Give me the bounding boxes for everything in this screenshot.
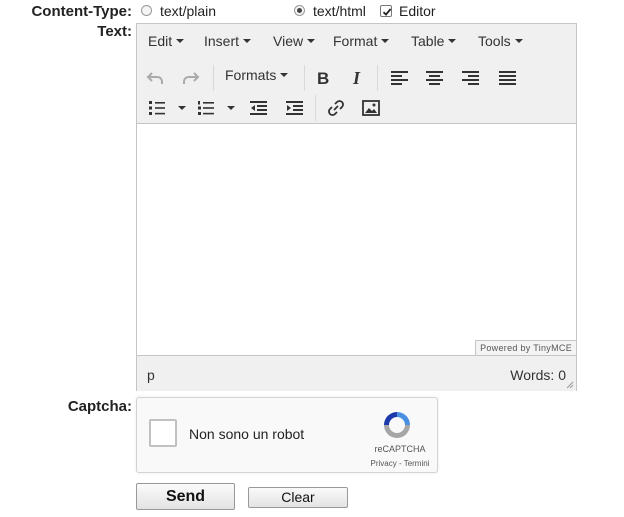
checkmark-icon — [382, 8, 392, 16]
outdent-icon[interactable] — [248, 97, 270, 119]
menu-insert[interactable]: Insert — [204, 33, 252, 49]
svg-text:I: I — [352, 68, 361, 88]
menu-table[interactable]: Table — [411, 33, 457, 49]
toolbar-separator — [315, 95, 316, 121]
editor-toolbar: Formats B I — [137, 58, 576, 124]
redo-icon[interactable] — [179, 67, 201, 89]
svg-text:B: B — [317, 69, 329, 88]
editor-statusbar: p Words: 0 — [137, 355, 576, 391]
content-type-label: Content-Type: — [31, 3, 132, 20]
recaptcha-widget: Non sono un robot reCAPTCHA Privacy - Te… — [136, 397, 438, 473]
editor-checkbox-label[interactable]: Editor — [399, 3, 436, 19]
recaptcha-logo-icon — [384, 412, 410, 438]
menu-tools-label: Tools — [478, 33, 511, 49]
editor-content-area[interactable] — [137, 124, 576, 354]
text-label: Text: — [97, 23, 132, 40]
italic-icon[interactable]: I — [347, 67, 369, 89]
chevron-down-icon[interactable] — [227, 106, 235, 110]
numbered-list-icon[interactable] — [196, 97, 218, 119]
align-center-icon[interactable] — [424, 67, 446, 89]
text-plain-option-label[interactable]: text/plain — [160, 3, 216, 19]
recaptcha-checkbox-label: Non sono un robot — [189, 426, 305, 442]
menu-insert-label: Insert — [204, 33, 240, 49]
menu-tools[interactable]: Tools — [478, 33, 523, 49]
menu-table-label: Table — [411, 33, 445, 49]
align-justify-icon[interactable] — [497, 67, 519, 89]
recaptcha-brand: reCAPTCHA — [374, 444, 426, 454]
chevron-down-icon — [243, 39, 252, 44]
word-count: Words: 0 — [510, 367, 566, 383]
menu-format-label: Format — [333, 33, 378, 49]
undo-icon[interactable] — [145, 67, 167, 89]
rich-text-editor: Edit Insert View Format Table Tools Form… — [136, 23, 577, 391]
chevron-down-icon — [176, 39, 185, 44]
menu-format[interactable]: Format — [333, 33, 390, 49]
chevron-down-icon — [280, 73, 289, 78]
toolbar-separator — [304, 65, 305, 91]
link-icon[interactable] — [325, 97, 347, 119]
formats-label: Formats — [225, 67, 277, 83]
editor-checkbox[interactable] — [380, 5, 392, 17]
send-button[interactable]: Send — [136, 483, 235, 510]
menu-edit-label: Edit — [148, 33, 173, 49]
powered-by-tinymce[interactable]: Powered by TinyMCE — [475, 340, 576, 355]
toolbar-separator — [213, 65, 214, 91]
align-right-icon[interactable] — [460, 67, 482, 89]
resize-grip-icon[interactable] — [565, 380, 574, 389]
indent-icon[interactable] — [284, 97, 306, 119]
chevron-down-icon — [381, 39, 390, 44]
text-plain-radio[interactable] — [141, 5, 152, 16]
menu-edit[interactable]: Edit — [148, 33, 185, 49]
element-path[interactable]: p — [147, 367, 155, 383]
text-html-option-label[interactable]: text/html — [313, 3, 366, 19]
recaptcha-checkbox[interactable] — [149, 419, 177, 447]
bold-icon[interactable]: B — [312, 67, 334, 89]
recaptcha-links[interactable]: Privacy - Termini — [365, 459, 435, 468]
bullet-list-icon[interactable] — [147, 97, 169, 119]
menu-view-label: View — [273, 33, 304, 49]
menu-view[interactable]: View — [273, 33, 316, 49]
clear-button[interactable]: Clear — [248, 487, 348, 508]
toolbar-separator — [377, 65, 378, 91]
text-html-radio[interactable] — [294, 5, 305, 16]
chevron-down-icon[interactable] — [178, 106, 186, 110]
captcha-label: Captcha: — [67, 398, 132, 415]
editor-menubar: Edit Insert View Format Table Tools — [137, 24, 576, 59]
chevron-down-icon — [448, 39, 457, 44]
chevron-down-icon — [307, 39, 316, 44]
align-left-icon[interactable] — [389, 67, 411, 89]
chevron-down-icon — [514, 39, 523, 44]
formats-dropdown[interactable]: Formats — [225, 67, 289, 83]
image-icon[interactable] — [360, 97, 382, 119]
